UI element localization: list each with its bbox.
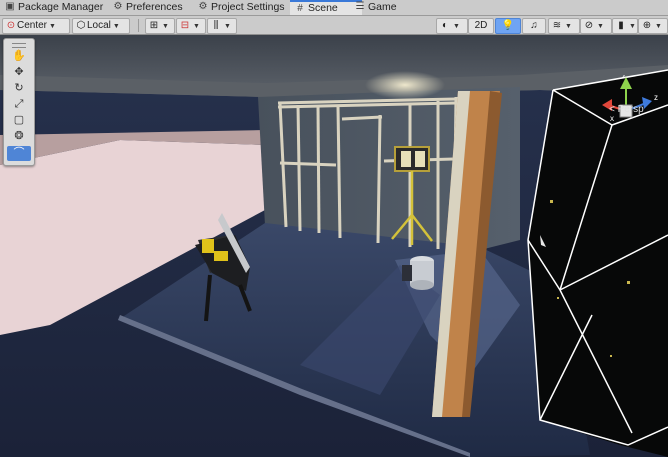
tab-label: Game bbox=[368, 1, 397, 13]
scene-icon: # bbox=[297, 3, 303, 14]
layers-icon: ≋ bbox=[552, 20, 562, 31]
pivot-mode-label: Center bbox=[17, 20, 48, 31]
scene-toolbar: ⊙ Center ▼ ⬡ Local ▼ ⊞ ▼ ⊟ ▼ ⫼ ▼ ◐ ▼ 2D 💡 ♫ ≋ ▼ ⊘… bbox=[0, 16, 668, 35]
x-axis-label: x bbox=[610, 114, 614, 123]
scene-render bbox=[0, 35, 668, 457]
effects-dropdown[interactable]: ≋ ▼ bbox=[548, 18, 580, 34]
tab-label: Scene bbox=[308, 2, 338, 14]
chevron-down-icon: ▼ bbox=[112, 23, 120, 30]
increment-snap-button[interactable]: ⊟ ▼ bbox=[176, 18, 206, 34]
shaded-sphere-icon: ◐ bbox=[441, 20, 449, 31]
gamepad-icon: ☰ bbox=[355, 1, 365, 12]
rect-tool-button[interactable]: ▢ bbox=[7, 113, 31, 128]
chevron-down-icon: ▼ bbox=[565, 23, 572, 30]
tab-preferences[interactable]: ⚙ Preferences bbox=[108, 0, 206, 15]
speaker-icon: ♫ bbox=[530, 20, 538, 31]
tab-package-manager[interactable]: ▣ Package Manager bbox=[0, 0, 118, 15]
ruler-snap-button[interactable]: ⫼ ▼ bbox=[207, 18, 237, 34]
chevron-down-icon: ▼ bbox=[597, 23, 604, 30]
camera-settings-button[interactable]: ▮ ▼ bbox=[612, 18, 638, 34]
rect-icon: ▢ bbox=[13, 114, 25, 126]
chevron-down-icon: ▼ bbox=[655, 23, 662, 30]
tab-label: Project Settings bbox=[211, 1, 285, 13]
rotate-tool-button[interactable]: ↻ bbox=[7, 81, 31, 96]
audio-toggle-button[interactable]: ♫ bbox=[522, 18, 546, 34]
hand-tool-button[interactable]: ✋ bbox=[7, 49, 31, 64]
chevron-down-icon: ▼ bbox=[629, 23, 636, 30]
gear-icon: ⚙ bbox=[198, 1, 208, 12]
gizmos-dropdown[interactable]: ⊕ ▼ bbox=[638, 18, 668, 34]
local-icon: ⬡ bbox=[76, 20, 86, 31]
editor-tab-bar: ▣ Package Manager ⚙ Preferences ⚙ Projec… bbox=[0, 0, 668, 16]
custom-tool-button[interactable]: ⌒ bbox=[7, 146, 31, 161]
toolbar-divider bbox=[138, 19, 139, 32]
pivot-rotation-dropdown[interactable]: ⬡ Local ▼ bbox=[72, 18, 130, 34]
pivot-mode-dropdown[interactable]: ⊙ Center ▼ bbox=[2, 18, 70, 34]
y-axis-cone[interactable] bbox=[620, 77, 632, 89]
scale-icon: ⤢ bbox=[14, 98, 24, 110]
ruler-icon: ⫼ bbox=[213, 20, 219, 31]
scene-viewport[interactable]: y z x < Persp ✋ ✥ ↻ ⤢ ▢ ❂ ⌒ bbox=[0, 35, 668, 457]
tab-label: Preferences bbox=[126, 1, 183, 13]
package-icon: ▣ bbox=[5, 1, 15, 12]
scale-tool-button[interactable]: ⤢ bbox=[7, 97, 31, 112]
chevron-down-icon: ▼ bbox=[162, 23, 169, 30]
pivot-rotation-label: Local bbox=[87, 20, 111, 31]
chevron-down-icon: ▼ bbox=[49, 23, 56, 30]
y-axis-label: y bbox=[622, 75, 626, 78]
z-axis-label: z bbox=[654, 93, 658, 102]
toggle-2d-label: 2D bbox=[474, 20, 488, 31]
camera-icon: ▮ bbox=[618, 20, 624, 31]
move-icon: ✥ bbox=[14, 66, 24, 78]
chevron-down-icon: ▼ bbox=[224, 23, 231, 30]
transform-icon: ❂ bbox=[14, 130, 24, 142]
draw-mode-dropdown[interactable]: ◐ ▼ bbox=[436, 18, 468, 34]
lightbulb-icon: 💡 bbox=[501, 20, 515, 31]
hand-icon: ✋ bbox=[12, 50, 26, 62]
chevron-down-icon: ▼ bbox=[453, 23, 460, 30]
gizmo-icon: ⊕ bbox=[642, 20, 652, 31]
chevron-down-icon: ▼ bbox=[193, 23, 200, 30]
tools-overlay: ✋ ✥ ↻ ⤢ ▢ ❂ ⌒ bbox=[3, 38, 35, 166]
custom-tool-icon: ⌒ bbox=[13, 147, 25, 159]
eye-off-icon: ⊘ bbox=[584, 20, 594, 31]
gear-icon: ⚙ bbox=[113, 1, 123, 12]
increment-snap-icon: ⊟ bbox=[180, 20, 190, 31]
scene-visibility-button[interactable]: ⊘ ▼ bbox=[580, 18, 612, 34]
lighting-toggle-button[interactable]: 💡 bbox=[495, 18, 521, 34]
grid-snap-button[interactable]: ⊞ ▼ bbox=[145, 18, 175, 34]
move-tool-button[interactable]: ✥ bbox=[7, 65, 31, 80]
tab-game[interactable]: ☰ Game bbox=[350, 0, 414, 15]
rotate-icon: ↻ bbox=[14, 82, 24, 94]
overlay-drag-handle[interactable] bbox=[12, 43, 26, 48]
projection-label[interactable]: < Persp bbox=[609, 104, 644, 115]
grid-snap-icon: ⊞ bbox=[149, 20, 159, 31]
tab-label: Package Manager bbox=[18, 1, 104, 13]
pivot-icon: ⊙ bbox=[6, 20, 16, 31]
tab-project-settings[interactable]: ⚙ Project Settings bbox=[193, 0, 303, 15]
transform-tool-button[interactable]: ❂ bbox=[7, 129, 31, 144]
toggle-2d-button[interactable]: 2D bbox=[468, 18, 494, 34]
